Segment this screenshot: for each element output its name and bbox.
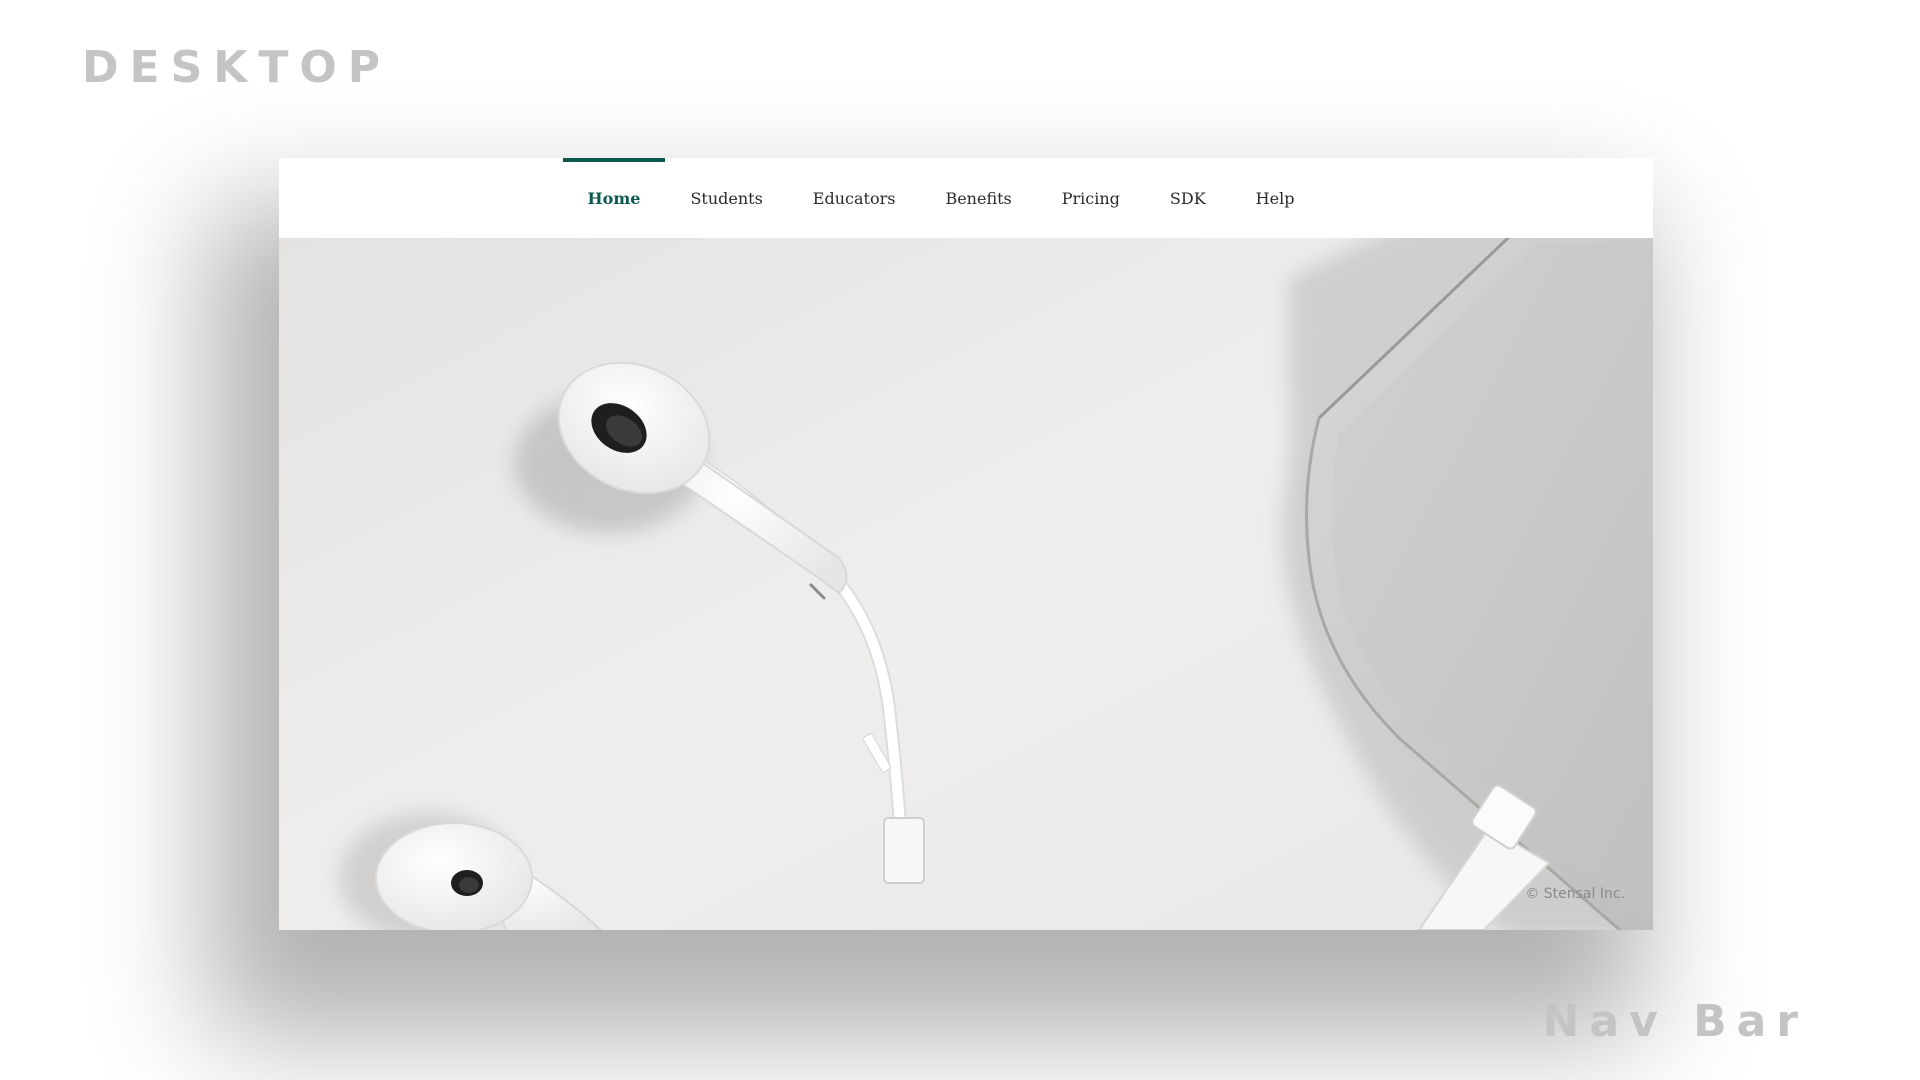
nav-item-pricing[interactable]: Pricing bbox=[1037, 158, 1145, 238]
nav-item-benefits[interactable]: Benefits bbox=[920, 158, 1036, 238]
nav-item-educators[interactable]: Educators bbox=[788, 158, 921, 238]
nav-bar: Home Students Educators Benefits Pricing… bbox=[279, 158, 1653, 238]
copyright-text: © Stensal Inc. bbox=[1525, 886, 1625, 902]
device-label: DESKTOP bbox=[82, 42, 392, 93]
component-label: Nav Bar bbox=[1542, 996, 1808, 1047]
hero-image: © Stensal Inc. bbox=[279, 238, 1653, 930]
nav-item-students[interactable]: Students bbox=[665, 158, 787, 238]
desktop-frame: Home Students Educators Benefits Pricing… bbox=[279, 158, 1653, 930]
earphones-phone-illustration bbox=[279, 238, 1653, 930]
nav-list: Home Students Educators Benefits Pricing… bbox=[562, 158, 1320, 238]
nav-item-help[interactable]: Help bbox=[1231, 158, 1320, 238]
nav-item-sdk[interactable]: SDK bbox=[1145, 158, 1231, 238]
nav-item-home[interactable]: Home bbox=[562, 158, 666, 238]
